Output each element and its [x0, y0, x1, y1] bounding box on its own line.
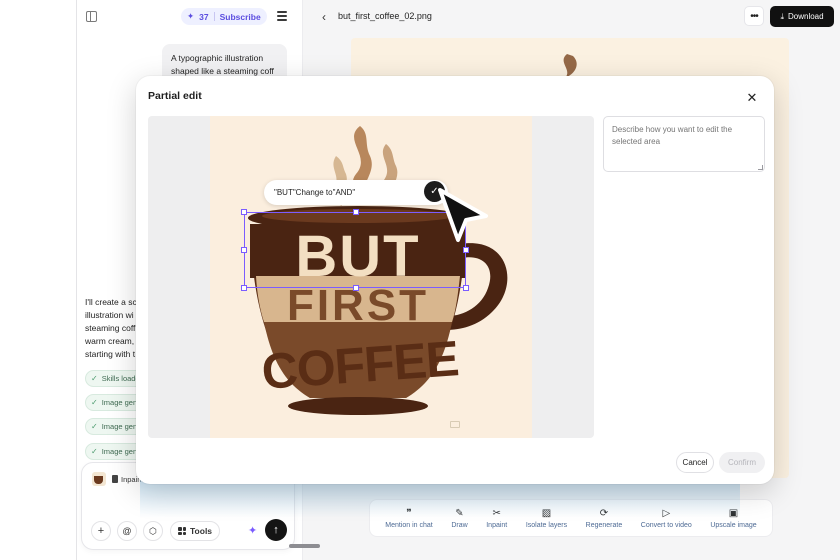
confirm-button[interactable]: Confirm [719, 452, 765, 473]
convert-to-video-button[interactable]: ▷ Convert to video [641, 508, 692, 529]
textarea-resize-grip[interactable] [758, 165, 763, 170]
cancel-button[interactable]: Cancel [676, 452, 714, 473]
mention-button[interactable]: @ [117, 521, 137, 541]
check-icon: ✓ [91, 422, 98, 431]
at-icon: @ [122, 526, 132, 536]
check-icon: ✓ [91, 398, 98, 407]
credits-count: 37 [199, 11, 209, 22]
subscribe-link[interactable]: Subscribe [220, 12, 261, 22]
arrow-up-icon: ↑ [273, 524, 279, 536]
resize-handle-s[interactable] [353, 285, 359, 291]
download-icon: ⤓ [780, 11, 784, 21]
image-topbar: ‹ but_first_coffee_02.png ••• ⤓ Download [304, 0, 840, 34]
image-actions-toolbar: ❞ Mention in chat ✎ Draw ✂ Inpaint ▨ Iso… [369, 499, 773, 537]
edit-prompt-chip[interactable]: "BUT"Change to"AND" [264, 180, 448, 205]
sidebar-header: ✦ 37 Subscribe [77, 0, 303, 34]
attachment-thumbnail [92, 472, 106, 486]
toolbar-item-label: Draw [451, 521, 468, 529]
play-icon: ▷ [662, 507, 671, 519]
inpaint-button[interactable]: ✂ Inpaint [486, 508, 507, 529]
send-button[interactable]: ↑ [265, 519, 287, 541]
draw-button[interactable]: ✎ Draw [451, 508, 467, 529]
download-button[interactable]: ⤓ Download [770, 6, 834, 27]
toolbar-item-label: Convert to video [640, 521, 692, 529]
regenerate-button[interactable]: ⟳ Regenerate [586, 508, 623, 529]
plus-icon: + [97, 525, 105, 537]
grid-icon [178, 527, 186, 535]
credits-divider [213, 12, 215, 21]
credits-pill[interactable]: ✦ 37 Subscribe [181, 8, 267, 25]
toolbar-item-label: Isolate layers [525, 521, 568, 529]
check-icon: ✓ [91, 447, 98, 456]
tools-label: Tools [190, 526, 213, 536]
ellipsis-icon: ••• [750, 10, 758, 22]
resize-handle-e[interactable] [463, 247, 469, 253]
resize-handle-n[interactable] [353, 209, 359, 215]
selection-box[interactable] [241, 209, 469, 291]
edit-prompt-text: "BUT"Change to"AND" [274, 188, 356, 197]
scissors-icon: ✂ [492, 507, 501, 519]
step-label: Skills loade [101, 374, 140, 383]
close-icon[interactable]: ✕ [744, 90, 760, 106]
mention-in-chat-button[interactable]: ❞ Mention in chat [385, 508, 432, 529]
hd-icon: ▣ [728, 507, 739, 519]
back-chevron-icon[interactable]: ‹ [322, 10, 326, 24]
download-label: Download [787, 12, 824, 21]
layers-icon: ▨ [541, 507, 552, 519]
refresh-icon: ⟳ [599, 507, 609, 519]
resize-handle-w[interactable] [241, 247, 247, 253]
watermark-icon [450, 421, 460, 428]
more-options-button[interactable]: ••• [744, 6, 764, 26]
toolbar-item-label: Mention in chat [385, 521, 433, 529]
quote-icon: ❞ [406, 507, 412, 519]
panel-resize-handle[interactable] [289, 544, 320, 548]
check-icon: ✓ [91, 374, 98, 383]
upscale-image-button[interactable]: ▣ Upscale image [710, 508, 756, 529]
toolbar-item-label: Upscale image [710, 521, 757, 529]
modal-title: Partial edit [148, 90, 202, 102]
file-name: but_first_coffee_02.png [338, 11, 432, 21]
document-icon [112, 475, 118, 483]
edit-description-input[interactable] [603, 116, 765, 172]
pen-icon: ✎ [455, 507, 464, 519]
toolbar-item-label: Regenerate [585, 521, 623, 529]
resize-handle-nw[interactable] [241, 209, 247, 215]
resize-handle-se[interactable] [463, 285, 469, 291]
isolate-layers-button[interactable]: ▨ Isolate layers [526, 508, 567, 529]
tools-button[interactable]: Tools [170, 521, 221, 541]
cube-icon: ⬡ [149, 525, 157, 536]
edit-canvas[interactable]: BUT FIRST COFFEE "BUT"Change to"AND" ✓ [148, 116, 594, 438]
toolbar-item-label: Inpaint [486, 521, 508, 529]
enhance-sparkle-icon[interactable]: ✦ [248, 524, 257, 537]
sparkle-icon: ✦ [187, 11, 195, 21]
add-button[interactable]: + [91, 521, 111, 541]
history-stack-icon[interactable] [277, 11, 287, 22]
resize-handle-sw[interactable] [241, 285, 247, 291]
model-button[interactable]: ⬡ [143, 521, 163, 541]
mouse-cursor-icon [438, 188, 488, 242]
sidebar-toggle-icon[interactable] [86, 11, 97, 22]
partial-edit-modal: Partial edit ✕ BUT FIRST COFFEE "BUT"Cha… [136, 76, 774, 484]
